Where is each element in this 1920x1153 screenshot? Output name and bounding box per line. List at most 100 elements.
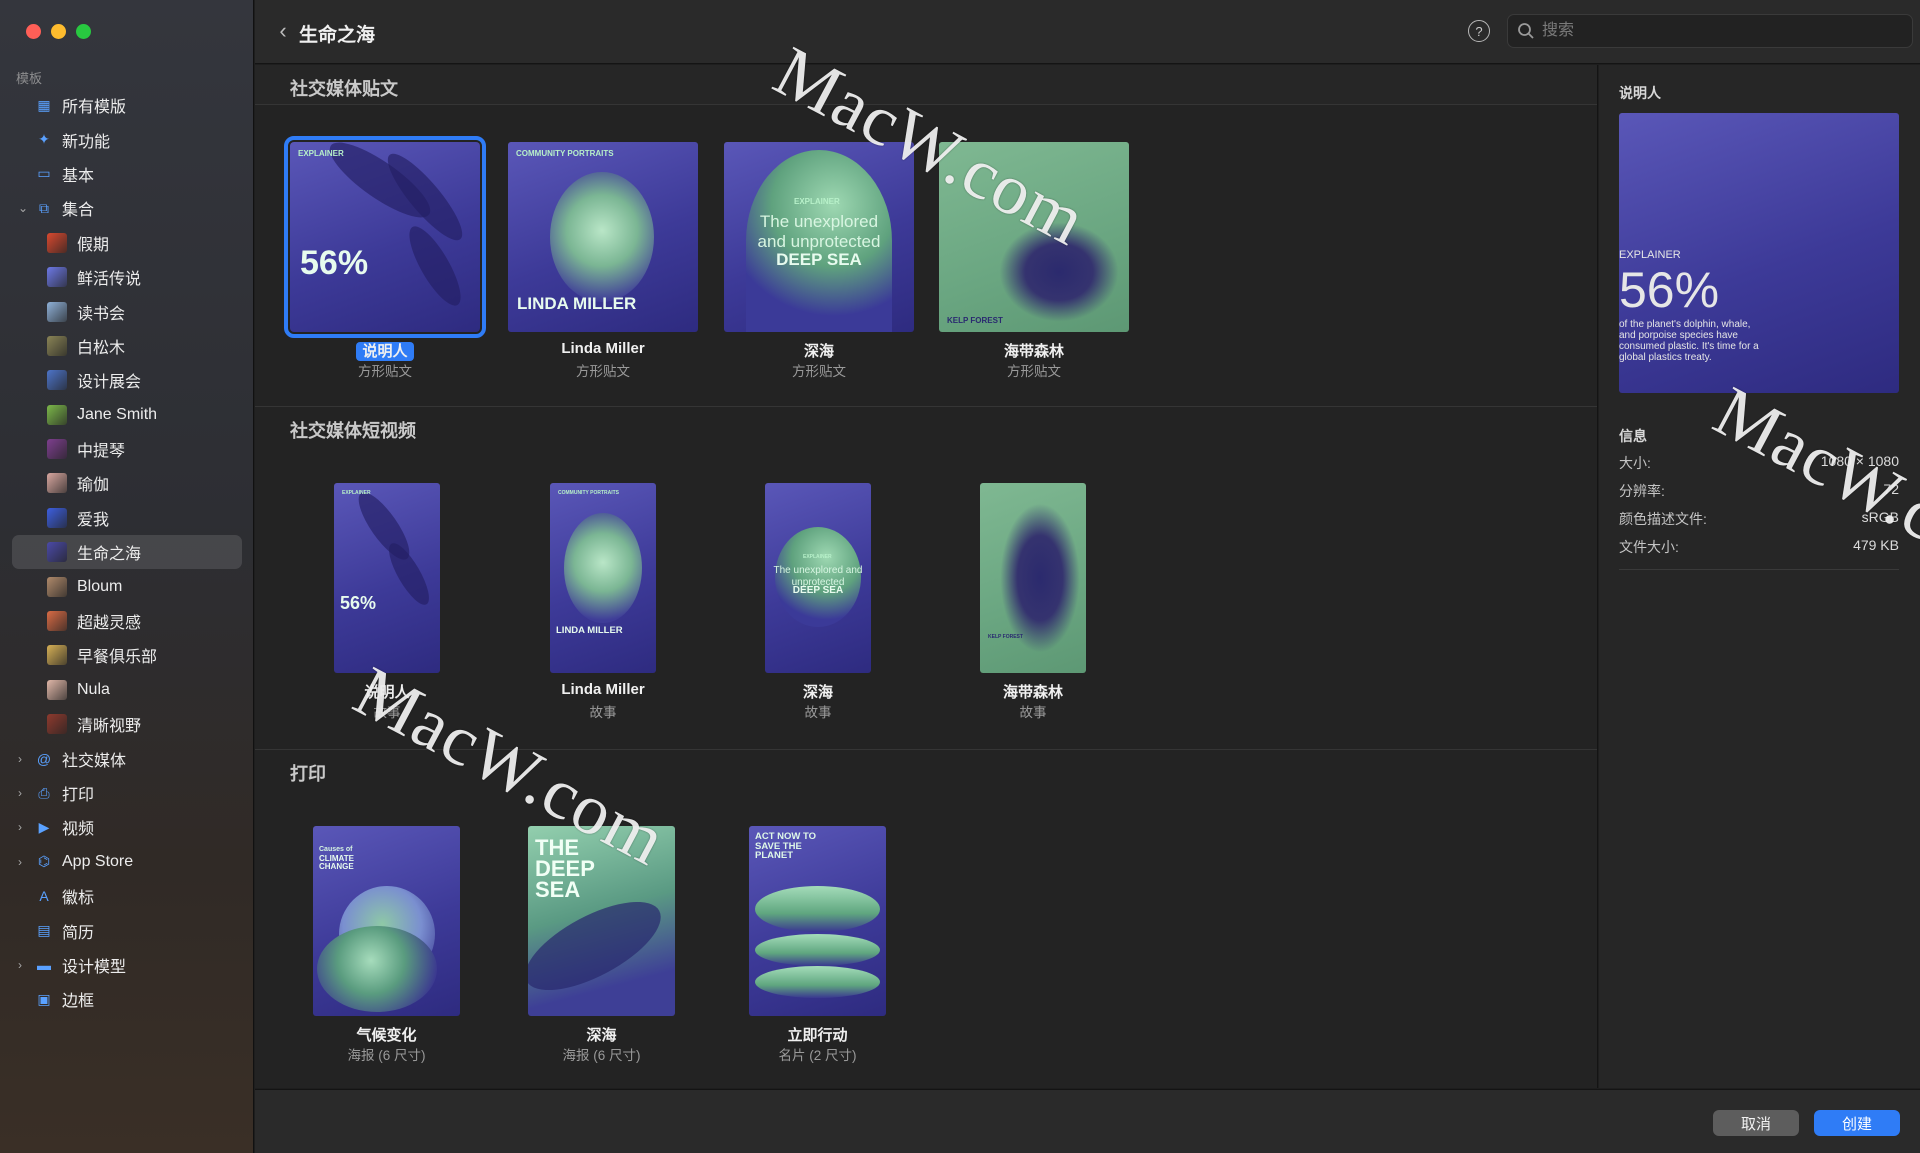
- sidebar-item[interactable]: › ⎙ 打印: [12, 776, 242, 810]
- card-subtitle: 故事: [1019, 705, 1047, 720]
- sparkle-icon: ✦: [38, 131, 50, 148]
- sidebar-item[interactable]: ▭ 基本: [12, 157, 242, 191]
- sidebar-item[interactable]: › ⌬ App Store: [12, 845, 242, 879]
- sidebar-item[interactable]: 假期: [12, 226, 242, 260]
- sidebar-item[interactable]: › ▶ 视频: [12, 810, 242, 844]
- sidebar-item[interactable]: A 徽标: [12, 879, 242, 913]
- thumb-eyebrow: EXPLAINER: [794, 197, 840, 206]
- template-thumbnail: Causes of CLIMATE CHANGE: [313, 826, 460, 1016]
- thumb-headline: DEEP SEA: [792, 585, 844, 596]
- sidebar-item[interactable]: 爱我: [12, 501, 242, 535]
- window-controls: [26, 24, 91, 39]
- card-name: 海带森林: [1002, 684, 1063, 701]
- sidebar-item[interactable]: 鲜活传说: [12, 260, 242, 294]
- sidebar-item-label: 超越灵感: [77, 615, 142, 633]
- thumb-eyebrow: COMMUNITY PORTRAITS: [516, 149, 614, 158]
- clear-view-thumb-icon: [47, 714, 67, 735]
- sea-of-life-thumb-icon: [47, 542, 67, 563]
- info-row-resolution: 分辨率: 72: [1619, 481, 1899, 503]
- sidebar-item[interactable]: 生命之海: [12, 535, 242, 570]
- close-window-button[interactable]: [26, 24, 41, 39]
- sidebar-item-label: 设计展会: [77, 374, 142, 392]
- sidebar-item-label: 瑜伽: [77, 477, 110, 495]
- sidebar-item[interactable]: › ▬ 设计模型: [12, 948, 242, 982]
- info-key: 颜色描述文件:: [1619, 511, 1707, 527]
- sidebar-item[interactable]: ▦ 所有模版: [12, 88, 242, 122]
- chevron-right-icon[interactable]: ›: [18, 752, 28, 766]
- minimize-window-button[interactable]: [51, 24, 66, 39]
- info-value: 479 KB: [1853, 537, 1899, 553]
- inspector-panel: 说明人 EXPLAINER 56% of the planet's dolphi…: [1599, 65, 1920, 1088]
- info-value: 1080 × 1080: [1820, 453, 1899, 469]
- sidebar-item-label: 基本: [62, 167, 95, 185]
- sidebar-item-label: 鲜活传说: [77, 271, 142, 289]
- bottom-bar: 取消 创建: [255, 1089, 1920, 1153]
- sidebar-item[interactable]: › @ 社交媒体: [12, 741, 242, 775]
- info-row-size: 大小: 1080 × 1080: [1619, 453, 1899, 475]
- at-sign-icon: @: [36, 750, 52, 767]
- pine-thumb-icon: [47, 335, 67, 356]
- sidebar-item-label: Nula: [77, 680, 110, 698]
- sidebar-item[interactable]: 超越灵感: [12, 604, 242, 638]
- card-name: Linda Miller: [561, 681, 645, 698]
- template-thumbnail: ACT NOW TO SAVE THE PLANET: [749, 826, 886, 1016]
- legend-thumb-icon: [47, 267, 67, 288]
- thumb-headline: ACT NOW TO SAVE THE PLANET: [755, 831, 817, 862]
- holiday-thumb-icon: [47, 232, 67, 253]
- sidebar-item-label: 简历: [62, 924, 95, 942]
- sidebar-item[interactable]: Nula: [12, 673, 242, 707]
- sidebar-item[interactable]: ✦ 新功能: [12, 122, 242, 156]
- template-thumbnail: COMMUNITY PORTRAITS LINDA MILLER: [508, 142, 698, 332]
- sidebar-item[interactable]: 读书会: [12, 294, 242, 328]
- inspector-title: 说明人: [1619, 85, 1661, 101]
- sidebar-item[interactable]: 清晰视野: [12, 707, 242, 741]
- sidebar-item[interactable]: ▤ 简历: [12, 913, 242, 947]
- thumb-eyebrow: EXPLAINER: [803, 554, 832, 560]
- printer-icon: ⎙: [38, 784, 50, 801]
- jane-smith-thumb-icon: [47, 404, 67, 425]
- template-thumbnail: EXPLAINER The unexplored and unprotected…: [724, 142, 914, 332]
- breakfast-thumb-icon: [47, 645, 67, 666]
- sidebar-item[interactable]: 中提琴: [12, 432, 242, 466]
- chevron-down-icon[interactable]: ⌄: [18, 201, 28, 215]
- search-icon: [1518, 23, 1534, 39]
- sidebar-item[interactable]: 瑜伽: [12, 466, 242, 500]
- thumb-eyebrow: KELP FOREST: [988, 634, 1023, 640]
- inspiration-thumb-icon: [47, 611, 67, 632]
- sidebar-item[interactable]: Bloum: [12, 569, 242, 603]
- sidebar-item[interactable]: Jane Smith: [12, 398, 242, 432]
- design-fair-thumb-icon: [47, 370, 67, 391]
- card-name: 深海: [586, 1027, 617, 1044]
- create-button[interactable]: 创建: [1814, 1110, 1900, 1136]
- thumb-headline: CLIMATE CHANGE: [319, 854, 354, 871]
- thumb-headline: LINDA MILLER: [556, 625, 623, 636]
- bloum-thumb-icon: [47, 576, 67, 597]
- search-field[interactable]: [1507, 14, 1913, 48]
- resume-icon: ▤: [37, 922, 51, 939]
- sidebar-item-label: 新功能: [62, 133, 111, 151]
- help-icon[interactable]: ?: [1468, 20, 1490, 42]
- sidebar-item-label: 设计模型: [62, 958, 127, 976]
- sidebar-item[interactable]: 早餐俱乐部: [12, 638, 242, 672]
- sidebar-item[interactable]: 白松木: [12, 329, 242, 363]
- sidebar-item-label: 中提琴: [77, 443, 126, 461]
- card-name: 深海: [802, 684, 833, 701]
- section-title: 社交媒体贴文: [290, 79, 398, 99]
- sidebar-item[interactable]: ⌄ ⧉ 集合: [12, 191, 242, 225]
- chevron-right-icon[interactable]: ›: [18, 820, 28, 834]
- thumb-eyebrow: KELP FOREST: [947, 316, 1003, 325]
- back-chevron-icon[interactable]: ‹: [271, 18, 295, 44]
- grid-icon: ▦: [37, 96, 51, 113]
- chevron-right-icon[interactable]: ›: [18, 786, 28, 800]
- sidebar-item-label: 集合: [62, 202, 95, 220]
- section-header-social-stories: 社交媒体短视频: [255, 407, 1597, 447]
- chevron-right-icon[interactable]: ›: [18, 958, 28, 972]
- sidebar-item[interactable]: ▣ 边框: [12, 982, 242, 1016]
- sidebar: 模板 ▦ 所有模版 ✦ 新功能 ▭ 基本 ⌄ ⧉ 集合 假期 鲜活传说 读书会 白松木 设计展会 Jane …: [0, 0, 254, 1153]
- chevron-right-icon[interactable]: ›: [18, 855, 28, 869]
- search-input[interactable]: [1542, 15, 1902, 47]
- zoom-window-button[interactable]: [76, 24, 91, 39]
- sidebar-item[interactable]: 设计展会: [12, 363, 242, 397]
- cancel-button[interactable]: 取消: [1713, 1110, 1799, 1136]
- info-value: 72: [1883, 481, 1899, 497]
